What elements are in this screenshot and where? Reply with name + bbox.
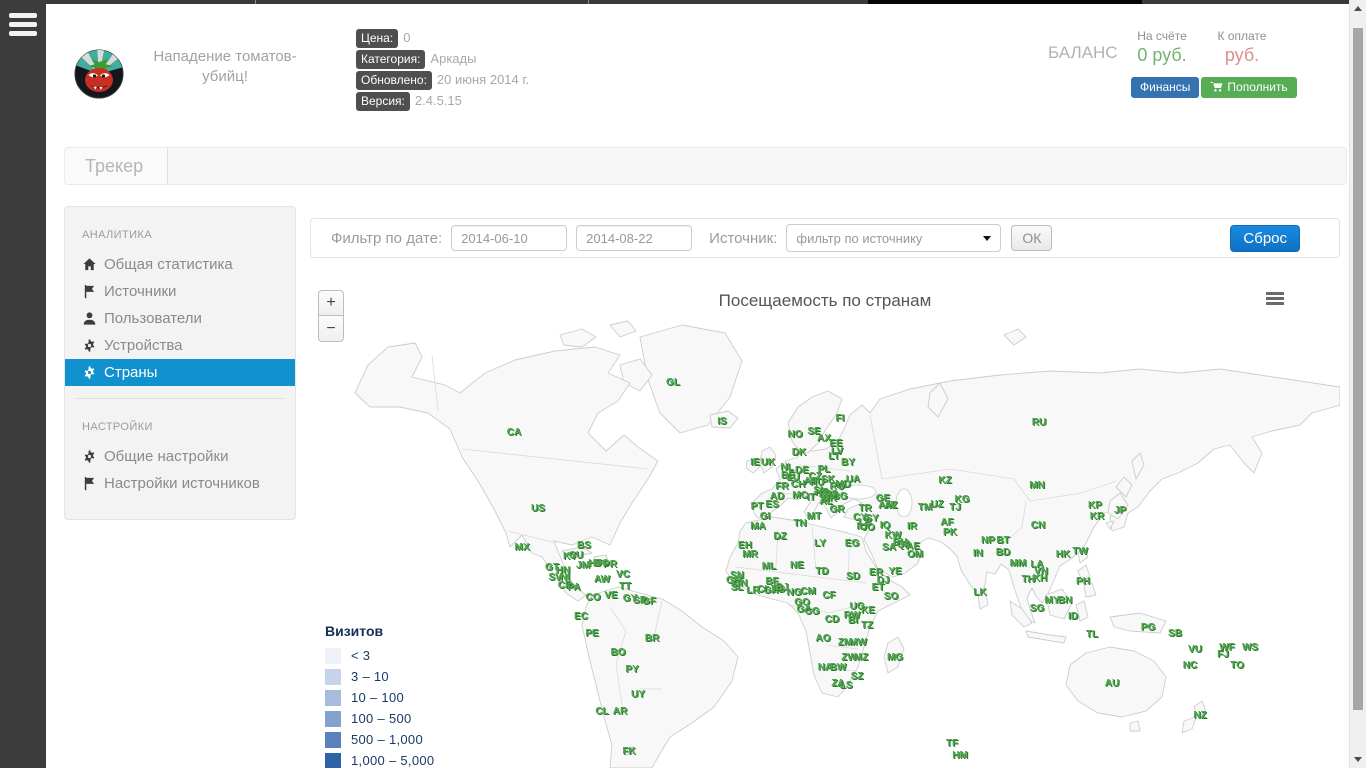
- sidebar-divider: [75, 398, 285, 399]
- info-badge-label: Обновлено:: [356, 71, 432, 90]
- info-badge-label: Категория:: [356, 50, 425, 69]
- sidebar-item-label: Пользователи: [104, 310, 202, 327]
- sidebar-item-label: Страны: [104, 364, 157, 381]
- sidebar-item-label: Источники: [104, 283, 176, 300]
- scrollbar-thumb[interactable]: [1353, 28, 1363, 710]
- map-legend: Визитов < 3 3 – 10 10 – 100 100 – 500 50…: [315, 617, 483, 768]
- due-label: К оплате: [1204, 29, 1280, 43]
- topup-label: Пополнить: [1227, 80, 1287, 94]
- account-value: 0 руб.: [1122, 45, 1202, 66]
- ok-button[interactable]: ОК: [1011, 225, 1052, 251]
- game-info-row: Версия: 2.4.5.15: [356, 92, 529, 113]
- balance-buttons: Финансы Пополнить: [1131, 77, 1297, 98]
- source-select-value: фильтр по источнику: [796, 231, 922, 246]
- sidebar: АНАЛИТИКА Общая статистика Источники Пол…: [64, 206, 296, 520]
- gear-icon: [82, 365, 97, 380]
- chrome-divider: [255, 0, 256, 4]
- legend-swatch: [325, 732, 341, 748]
- game-info-row: Обновлено: 20 июня 2014 г.: [356, 71, 529, 92]
- chrome-divider: [588, 0, 589, 4]
- gear-icon: [82, 449, 97, 464]
- info-badge-label: Цена:: [356, 29, 398, 48]
- date-filter-label: Фильтр по дате:: [331, 230, 442, 247]
- sidebar-item[interactable]: Источники: [65, 278, 295, 305]
- scroll-up-arrow-icon[interactable]: [1354, 6, 1362, 11]
- world-map-panel[interactable]: GLISCAUSMXBSKYCUJMHTDOPRAWVCTTGTHNSVNICR…: [310, 265, 1340, 768]
- sidebar-item-label: Общие настройки: [104, 448, 229, 465]
- map-title: Посещаемость по странам: [310, 291, 1340, 311]
- legend-swatch: [325, 711, 341, 727]
- game-avatar: [74, 49, 124, 99]
- sidebar-item[interactable]: Пользователи: [65, 305, 295, 332]
- info-badge-label: Версия:: [356, 92, 410, 111]
- app-side-strip: [0, 0, 46, 768]
- game-info-list: Цена: 0 Категория: Аркады Обновлено: 20 июн…: [356, 29, 529, 113]
- legend-row: < 3: [325, 646, 483, 665]
- due-value: руб.: [1204, 45, 1280, 66]
- tab-tracker[interactable]: Трекер: [65, 148, 168, 184]
- legend-row: 500 – 1,000: [325, 730, 483, 749]
- sidebar-item-label: Устройства: [104, 337, 182, 354]
- user-icon: [82, 311, 97, 326]
- reset-button[interactable]: Сброс: [1230, 225, 1300, 252]
- sidebar-item[interactable]: Страны: [65, 359, 295, 386]
- chevron-down-icon: [983, 236, 991, 241]
- sidebar-section-settings: НАСТРОЙКИ: [82, 421, 295, 433]
- info-badge-value: 0: [403, 30, 410, 45]
- zoom-out-button[interactable]: −: [318, 316, 344, 342]
- top-chrome-strip: [0, 0, 1366, 4]
- gear-icon: [82, 338, 97, 353]
- legend-label: 3 – 10: [351, 669, 389, 684]
- flag-icon: [82, 476, 97, 491]
- info-badge-value: Аркады: [430, 51, 476, 66]
- legend-label: < 3: [351, 648, 370, 663]
- legend-row: 10 – 100: [325, 688, 483, 707]
- legend-row: 3 – 10: [325, 667, 483, 686]
- flag-icon: [82, 284, 97, 299]
- tab-bar: Трекер: [64, 147, 1347, 185]
- legend-label: 10 – 100: [351, 690, 404, 705]
- page-scrollbar[interactable]: [1349, 0, 1366, 768]
- date-from-input[interactable]: [451, 225, 567, 251]
- chart-menu-icon[interactable]: [1266, 292, 1284, 306]
- sidebar-item[interactable]: Настройки источников: [65, 470, 295, 497]
- legend-swatch: [325, 690, 341, 706]
- home-icon: [82, 257, 97, 272]
- legend-swatch: [325, 753, 341, 768]
- legend-row: 100 – 500: [325, 709, 483, 728]
- sidebar-section-analytics: АНАЛИТИКА: [82, 229, 295, 241]
- scroll-down-arrow-icon[interactable]: [1354, 757, 1362, 762]
- filter-bar: Фильтр по дате: Источник: фильтр по исто…: [310, 218, 1340, 258]
- balance-account: На счёте 0 руб.: [1122, 29, 1202, 66]
- balance-title: БАЛАНС: [1048, 43, 1118, 63]
- legend-label: 500 – 1,000: [351, 732, 423, 747]
- info-badge-value: 2.4.5.15: [415, 93, 462, 108]
- legend-title: Визитов: [325, 623, 483, 639]
- date-to-input[interactable]: [576, 225, 692, 251]
- sidebar-item-label: Общая статистика: [104, 256, 233, 273]
- legend-label: 1,000 – 5,000: [351, 753, 434, 768]
- source-label: Источник:: [709, 230, 777, 247]
- game-info-row: Категория: Аркады: [356, 50, 529, 71]
- game-title: Нападение томатов-убийц!: [138, 47, 312, 86]
- source-select[interactable]: фильтр по источнику: [786, 224, 1001, 252]
- account-label: На счёте: [1122, 29, 1202, 43]
- topup-button[interactable]: Пополнить: [1201, 77, 1296, 98]
- balance-due: К оплате руб.: [1204, 29, 1280, 66]
- legend-swatch: [325, 669, 341, 685]
- finances-button[interactable]: Финансы: [1131, 77, 1199, 98]
- legend-row: 1,000 – 5,000: [325, 751, 483, 768]
- sidebar-item[interactable]: Устройства: [65, 332, 295, 359]
- legend-swatch: [325, 648, 341, 664]
- sidebar-item[interactable]: Общая статистика: [65, 251, 295, 278]
- cart-icon: [1210, 81, 1223, 92]
- sidebar-item-label: Настройки источников: [104, 475, 260, 492]
- legend-label: 100 – 500: [351, 711, 412, 726]
- chrome-active-segment: [868, 0, 1142, 4]
- game-info-row: Цена: 0: [356, 29, 529, 50]
- info-badge-value: 20 июня 2014 г.: [437, 72, 529, 87]
- menu-hamburger-icon[interactable]: [9, 13, 37, 41]
- sidebar-item[interactable]: Общие настройки: [65, 443, 295, 470]
